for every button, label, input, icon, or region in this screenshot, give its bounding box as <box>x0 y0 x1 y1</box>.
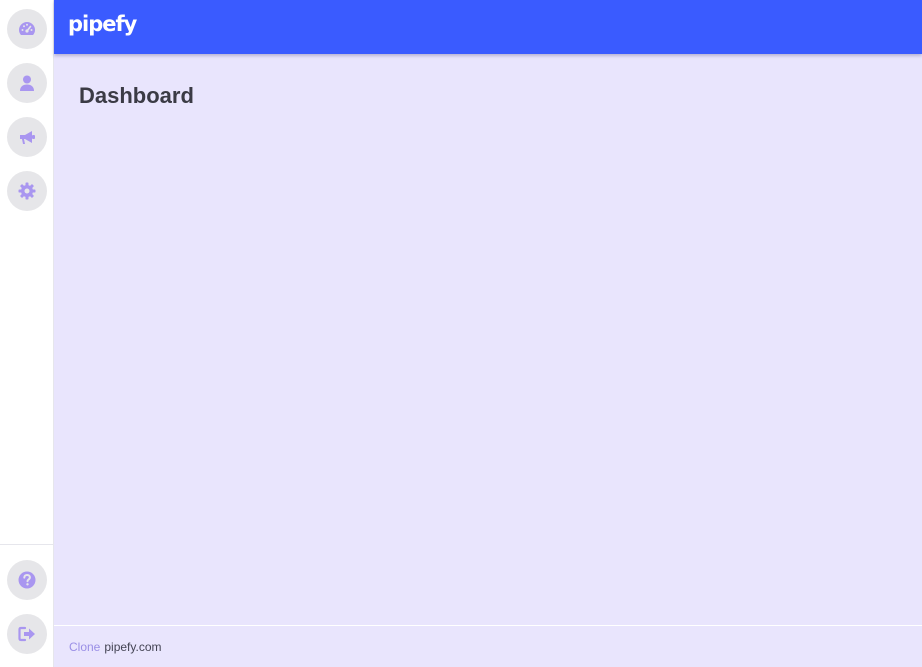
app-root: pipefy Dashboard Clone pipefy.com <box>0 0 922 667</box>
main-content: Dashboard Clone pipefy.com <box>54 54 922 667</box>
sidebar-item-logout[interactable] <box>7 614 47 654</box>
sign-out-icon <box>18 626 35 642</box>
question-circle-icon <box>18 571 36 589</box>
gear-icon <box>18 182 36 200</box>
sidebar-item-settings[interactable] <box>7 171 47 211</box>
tachometer-icon <box>19 22 35 35</box>
sidebar-item-announcements[interactable] <box>7 117 47 157</box>
user-icon <box>20 75 34 91</box>
sidebar-item-dashboard[interactable] <box>7 9 47 49</box>
sidebar <box>0 0 54 667</box>
sidebar-item-help[interactable] <box>7 560 47 600</box>
sidebar-divider <box>0 544 54 545</box>
pipefy-logo[interactable]: pipefy <box>68 11 137 37</box>
footer-clone-label: Clone <box>69 639 101 654</box>
sidebar-item-users[interactable] <box>7 63 47 103</box>
footer-pipefy-link[interactable]: pipefy.com <box>104 640 161 654</box>
footer: Clone pipefy.com <box>54 625 922 667</box>
megaphone-icon <box>20 131 35 144</box>
top-bar: pipefy <box>54 0 922 54</box>
page-title: Dashboard <box>79 83 194 108</box>
